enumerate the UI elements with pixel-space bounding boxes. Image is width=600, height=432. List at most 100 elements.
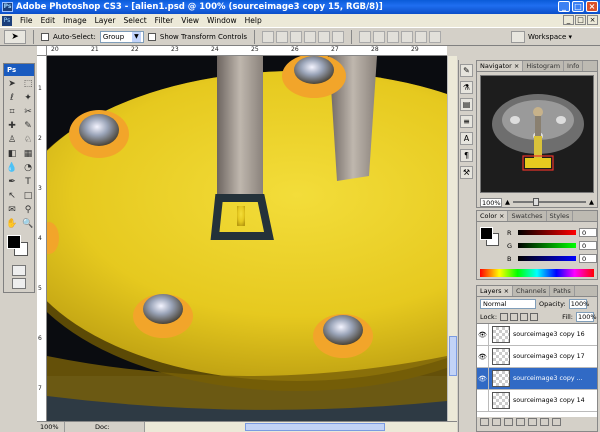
panel-shortcut-icon[interactable]: ≡ bbox=[460, 115, 473, 128]
magic-wand-icon[interactable]: ✦ bbox=[21, 92, 35, 105]
distribute-bottom-icon[interactable] bbox=[386, 30, 399, 43]
doc-size[interactable]: Doc: 45.8M/755.1M bbox=[65, 422, 145, 432]
minimize-button[interactable]: _ bbox=[558, 1, 570, 12]
delete-layer-icon[interactable] bbox=[552, 418, 561, 426]
color-spectrum-bar[interactable] bbox=[480, 269, 594, 277]
distribute-top-icon[interactable] bbox=[358, 30, 371, 43]
green-value[interactable]: 0 bbox=[579, 241, 597, 250]
tab-navigator[interactable]: Navigator × bbox=[477, 61, 524, 71]
doc-icon[interactable]: Ps bbox=[2, 15, 12, 26]
tab-paths[interactable]: Paths bbox=[550, 286, 575, 296]
toolbox-logo[interactable]: Ps bbox=[4, 64, 34, 76]
tab-styles[interactable]: Styles bbox=[547, 211, 574, 221]
blur-icon[interactable]: 💧 bbox=[5, 162, 19, 175]
crop-icon[interactable]: ⌗ bbox=[5, 106, 19, 119]
navigator-preview[interactable] bbox=[480, 75, 594, 193]
eraser-icon[interactable]: ◧ bbox=[5, 148, 19, 161]
red-slider[interactable] bbox=[518, 230, 576, 235]
menu-file[interactable]: File bbox=[16, 14, 37, 27]
slice-icon[interactable]: ✂ bbox=[21, 106, 35, 119]
eyedropper-icon[interactable]: ⚲ bbox=[21, 204, 35, 217]
visibility-eye-icon[interactable]: 👁 bbox=[477, 345, 489, 368]
foreground-color-swatch[interactable] bbox=[480, 227, 493, 240]
hand-icon[interactable]: ✋ bbox=[5, 218, 19, 231]
zoom-icon[interactable]: 🔍 bbox=[21, 218, 35, 231]
doc-close-button[interactable]: × bbox=[587, 15, 598, 25]
green-slider[interactable] bbox=[518, 243, 576, 248]
lock-position-icon[interactable] bbox=[520, 312, 529, 321]
layer-name[interactable]: sourceimage3 copy 14 bbox=[513, 397, 585, 404]
healing-icon[interactable]: ✚ bbox=[5, 120, 19, 133]
layer-row[interactable]: 👁 sourceimage3 copy 17 bbox=[477, 345, 597, 368]
fill-field[interactable]: 100% bbox=[576, 311, 597, 322]
shape-icon[interactable]: □ bbox=[21, 190, 35, 203]
horizontal-scrollbar[interactable] bbox=[145, 422, 457, 432]
layer-thumbnail[interactable] bbox=[492, 370, 510, 387]
align-hcenter-icon[interactable] bbox=[317, 30, 330, 43]
visibility-eye-icon[interactable] bbox=[477, 389, 489, 412]
layer-name[interactable]: sourceimage3 copy 17 bbox=[513, 353, 585, 360]
workspace-menu[interactable]: Workspace ▾ bbox=[511, 31, 572, 43]
lock-pixels-icon[interactable] bbox=[510, 312, 519, 321]
tab-channels[interactable]: Channels bbox=[513, 286, 551, 296]
lasso-icon[interactable]: ℓ bbox=[5, 92, 19, 105]
link-layers-icon[interactable] bbox=[480, 418, 489, 426]
brush-icon[interactable]: ✎ bbox=[21, 120, 35, 133]
ruler-vertical[interactable]: 1 2 3 4 5 6 7 bbox=[37, 56, 47, 421]
stamp-icon[interactable]: ♙ bbox=[5, 134, 19, 147]
foreground-color-swatch[interactable] bbox=[7, 235, 21, 249]
scroll-thumb[interactable] bbox=[245, 423, 385, 431]
tab-swatches[interactable]: Swatches bbox=[508, 211, 547, 221]
tab-color[interactable]: Color × bbox=[477, 211, 509, 221]
close-button[interactable]: × bbox=[586, 1, 598, 12]
panel-shortcut-icon[interactable]: ¶ bbox=[460, 149, 473, 162]
ruler-horizontal[interactable]: 20 21 22 23 24 25 26 27 28 29 bbox=[47, 46, 447, 56]
zoom-out-icon[interactable]: ▲ bbox=[505, 198, 510, 206]
visibility-eye-icon[interactable]: 👁 bbox=[477, 324, 489, 346]
doc-minimize-button[interactable]: _ bbox=[563, 15, 574, 25]
pen-icon[interactable]: ✒ bbox=[5, 176, 19, 189]
maximize-button[interactable]: □ bbox=[572, 1, 584, 12]
layer-style-icon[interactable] bbox=[492, 418, 501, 426]
bridge-icon[interactable] bbox=[511, 31, 525, 43]
navigator-zoom-field[interactable]: 100% bbox=[480, 197, 502, 207]
distribute-hcenter-icon[interactable] bbox=[414, 30, 427, 43]
align-bottom-icon[interactable] bbox=[289, 30, 302, 43]
tab-info[interactable]: Info bbox=[564, 61, 584, 71]
menu-edit[interactable]: Edit bbox=[37, 14, 60, 27]
layer-row[interactable]: sourceimage3 copy 14 bbox=[477, 389, 597, 412]
vertical-scrollbar[interactable] bbox=[447, 56, 457, 421]
align-top-icon[interactable] bbox=[261, 30, 274, 43]
panel-shortcut-icon[interactable]: A bbox=[460, 132, 473, 145]
zoom-level[interactable]: 100% bbox=[37, 422, 65, 432]
align-left-icon[interactable] bbox=[303, 30, 316, 43]
auto-select-checkbox[interactable] bbox=[41, 32, 49, 41]
layer-row[interactable]: 👁 sourceimage3 copy ... bbox=[477, 367, 597, 390]
layer-thumbnail[interactable] bbox=[492, 392, 510, 409]
menu-view[interactable]: View bbox=[177, 14, 203, 27]
menu-filter[interactable]: Filter bbox=[151, 14, 178, 27]
menu-help[interactable]: Help bbox=[241, 14, 266, 27]
new-group-icon[interactable] bbox=[528, 418, 537, 426]
blue-slider[interactable] bbox=[518, 256, 576, 261]
tool-preset-picker[interactable]: ➤ bbox=[4, 29, 26, 44]
menu-image[interactable]: Image bbox=[59, 14, 91, 27]
path-select-icon[interactable]: ↖ bbox=[5, 190, 19, 203]
dodge-icon[interactable]: ◔ bbox=[21, 162, 35, 175]
doc-restore-button[interactable]: □ bbox=[575, 15, 586, 25]
layer-thumbnail[interactable] bbox=[492, 348, 510, 365]
menu-window[interactable]: Window bbox=[203, 14, 241, 27]
ruler-corner[interactable] bbox=[37, 46, 47, 56]
show-transform-checkbox[interactable] bbox=[147, 32, 156, 41]
screen-mode-button[interactable] bbox=[12, 278, 26, 289]
tab-histogram[interactable]: Histogram bbox=[523, 61, 565, 71]
marquee-icon[interactable]: ⬚ bbox=[21, 78, 35, 91]
layer-thumbnail[interactable] bbox=[492, 326, 510, 343]
quick-mask-button[interactable] bbox=[12, 265, 26, 276]
new-layer-icon[interactable] bbox=[540, 418, 549, 426]
image-canvas[interactable] bbox=[47, 56, 447, 421]
auto-select-dropdown[interactable]: Group ▼ bbox=[99, 30, 144, 43]
align-right-icon[interactable] bbox=[331, 30, 344, 43]
notes-icon[interactable]: ✉ bbox=[5, 204, 19, 217]
align-vcenter-icon[interactable] bbox=[275, 30, 288, 43]
